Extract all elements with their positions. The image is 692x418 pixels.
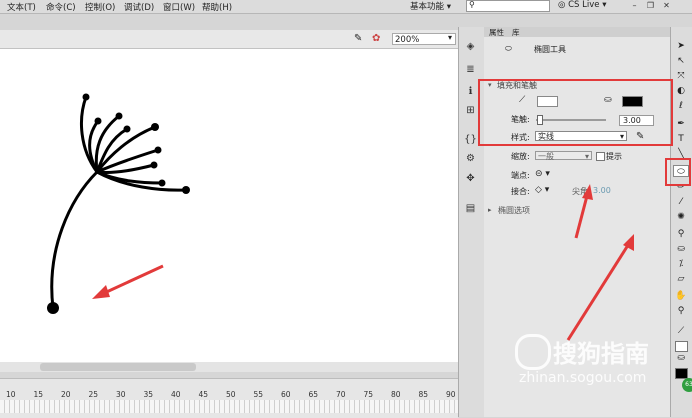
selection-tool-icon[interactable]: ➤: [673, 40, 689, 52]
menu-commands[interactable]: 命令(C): [46, 1, 76, 13]
color-icon[interactable]: ◈: [463, 40, 478, 53]
cs-live-icon: ◎: [558, 0, 566, 10]
timeline-tick-label: 70: [336, 390, 346, 399]
timeline-tick-label: 25: [88, 390, 99, 399]
annotation-arrows-panel: [566, 184, 634, 341]
timeline-tick-label: 45: [198, 390, 209, 399]
3d-rotation-tool-icon[interactable]: ◐: [673, 85, 689, 97]
timeline-tick-label: 90: [446, 390, 456, 399]
stage-canvas[interactable]: [0, 49, 458, 362]
sogou-logo: [515, 334, 551, 370]
cs-live-button[interactable]: ◎ CS Live ▾: [558, 0, 606, 10]
hint-checkbox[interactable]: [596, 152, 605, 161]
timeline-tick-label: 60: [281, 390, 291, 399]
scale-value: 一般: [538, 152, 554, 161]
oval-tool-icon: ⬭: [505, 44, 512, 53]
edit-symbol-icon[interactable]: ✿: [372, 33, 380, 44]
chevron-down-icon: ▾: [584, 152, 589, 161]
transform-icon[interactable]: ⊞: [463, 104, 478, 117]
paint-bucket-small-icon[interactable]: ⛀: [673, 352, 689, 364]
cs-live-label: CS Live: [568, 0, 600, 10]
badge-icon: 63: [682, 378, 692, 392]
brush-tool-icon[interactable]: ⁄: [673, 196, 689, 208]
expand-arrow-icon[interactable]: ▸: [488, 206, 492, 214]
eraser-tool-icon[interactable]: ▱: [673, 273, 689, 285]
annotation-box-fill-stroke: [478, 79, 673, 146]
annotation-arrow-left: [92, 264, 164, 299]
join-label: 接合:: [511, 187, 530, 196]
close-button[interactable]: ✕: [660, 0, 673, 11]
timeline-tick-label: 75: [363, 390, 374, 399]
hint-label: 提示: [606, 152, 622, 161]
scrollbar-thumb[interactable]: [40, 363, 196, 371]
lasso-tool-icon[interactable]: ℓ: [673, 100, 689, 112]
document-tab-bar: [0, 14, 458, 30]
scale-label: 缩放:: [511, 152, 530, 161]
stem-line: [50, 170, 99, 310]
cap-label: 端点:: [511, 171, 530, 180]
tab-properties[interactable]: 属性: [489, 27, 504, 38]
components-icon[interactable]: ⚙: [463, 152, 478, 165]
motion-presets-icon[interactable]: ✥: [463, 172, 478, 185]
annotation-box-oval-tool: [665, 158, 691, 186]
timeline-tick-label: 20: [61, 390, 71, 399]
subselection-tool-icon[interactable]: ↖: [673, 55, 689, 67]
deco-tool-icon[interactable]: ✺: [673, 211, 689, 223]
section-oval-options[interactable]: 椭圆选项: [498, 205, 530, 216]
timeline-tick-label: 35: [143, 390, 154, 399]
search-icon: ⚲: [469, 0, 475, 9]
search-input[interactable]: ⚲: [466, 0, 550, 12]
paint-bucket-tool-icon[interactable]: ⛀: [673, 243, 689, 255]
minimize-button[interactable]: –: [628, 0, 641, 11]
chevron-down-icon: ▾: [448, 33, 453, 42]
free-transform-tool-icon[interactable]: ⤧: [673, 70, 689, 82]
menu-debug[interactable]: 调试(D): [124, 1, 154, 13]
fill-color-tool-swatch[interactable]: [675, 341, 688, 352]
timeline-tick-label: 50: [226, 390, 236, 399]
code-snippets-icon[interactable]: {}: [463, 133, 478, 146]
stage-toolbar: ✎ ✿: [0, 30, 458, 49]
eyedropper-tool-icon[interactable]: ⁒: [673, 258, 689, 270]
zoom-select[interactable]: 200%: [392, 33, 456, 45]
timeline-tick-label: 80: [391, 390, 401, 399]
pen-tool-icon[interactable]: ✒: [673, 118, 689, 130]
timeline-tick-label: 15: [33, 390, 44, 399]
zoom-tool-icon[interactable]: ⚲: [673, 305, 689, 317]
stroke-color-tool-icon[interactable]: ⟋: [673, 325, 689, 337]
hand-tool-icon[interactable]: ✋: [673, 290, 689, 302]
menu-text[interactable]: 文本(T): [7, 1, 36, 13]
scene-icon[interactable]: ▤: [463, 202, 478, 215]
watermark-url: zhinan.sogou.com: [519, 370, 647, 386]
chevron-down-icon: ▾: [446, 2, 451, 12]
menu-help[interactable]: 帮助(H): [202, 1, 232, 13]
restore-button[interactable]: ❐: [644, 0, 657, 11]
timeline-tick-label: 55: [253, 390, 264, 399]
scale-select[interactable]: 一般 ▾: [535, 151, 592, 161]
timeline-frames[interactable]: [0, 400, 458, 413]
join-style-select[interactable]: ◇ ▾: [535, 185, 549, 195]
text-tool-icon[interactable]: T: [673, 133, 689, 145]
info-icon[interactable]: ℹ: [463, 85, 478, 98]
timeline-tick-label: 10: [6, 390, 16, 399]
cap-style-select[interactable]: ⊝ ▾: [535, 169, 550, 179]
menu-control[interactable]: 控制(O): [85, 1, 115, 13]
dandelion-drawing: [47, 93, 190, 314]
timeline-tick-label: 85: [418, 390, 429, 399]
workspace-label: 基本功能: [410, 2, 445, 12]
watermark-text: 搜狗指南: [553, 340, 649, 368]
menu-window[interactable]: 窗口(W): [163, 1, 195, 13]
stem-base-dot: [47, 302, 59, 314]
edit-scene-icon[interactable]: ✎: [354, 33, 362, 44]
timeline-tick-label: 30: [116, 390, 126, 399]
bone-tool-icon[interactable]: ⚲: [673, 228, 689, 240]
workspace-switcher[interactable]: 基本功能 ▾: [410, 0, 451, 12]
tab-library[interactable]: 库: [512, 27, 520, 38]
timeline-tick-label: 65: [308, 390, 319, 399]
timeline-tick-label: 40: [171, 390, 181, 399]
tool-title: 椭圆工具: [534, 45, 566, 54]
align-icon[interactable]: ≣: [463, 63, 478, 76]
